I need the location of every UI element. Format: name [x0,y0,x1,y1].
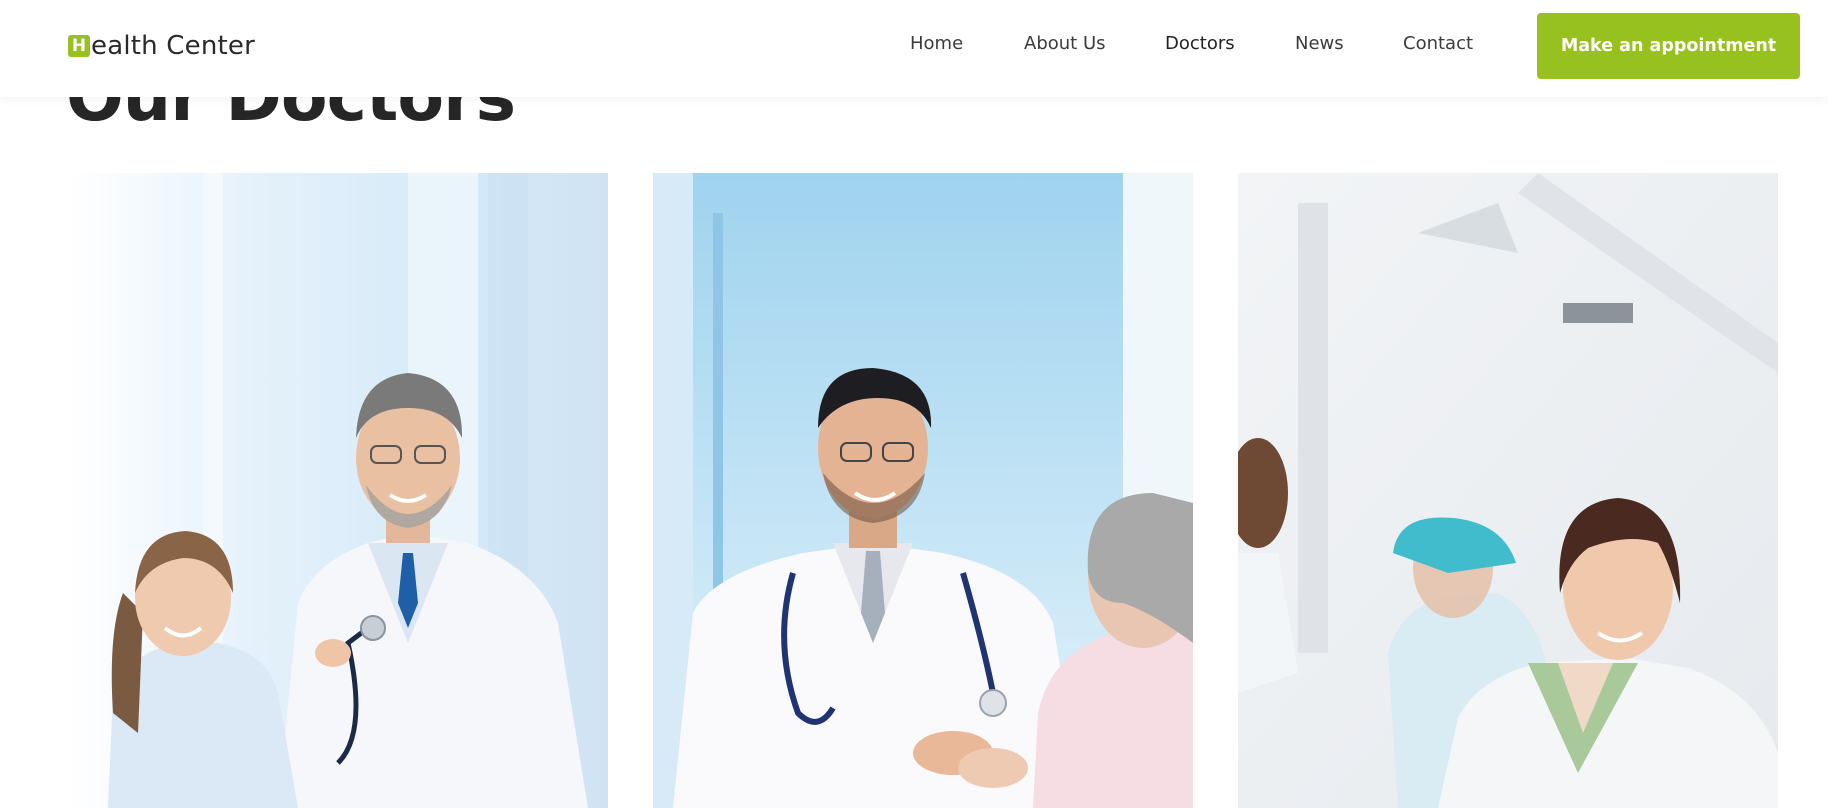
nav-home[interactable]: Home [910,33,963,54]
nav-about-us[interactable]: About Us [1024,33,1106,54]
nav-contact[interactable]: Contact [1403,33,1473,54]
nav-news[interactable]: News [1295,33,1344,54]
make-appointment-button[interactable]: Make an appointment [1537,13,1800,79]
site-header: H ealth Center Home About Us Doctors New… [0,0,1828,97]
logo-text: ealth Center [91,31,255,61]
doctor-photo-2 [653,173,1193,808]
doctor-photo-3 [1238,173,1778,808]
nav-doctors[interactable]: Doctors [1165,33,1235,54]
doctor-card-3[interactable] [1238,173,1778,808]
logo-mark: H [68,35,90,57]
doctor-card-1[interactable] [68,173,608,808]
doctor-card-2[interactable] [653,173,1193,808]
logo[interactable]: H ealth Center [68,30,255,62]
doctor-photo-1 [68,173,608,808]
